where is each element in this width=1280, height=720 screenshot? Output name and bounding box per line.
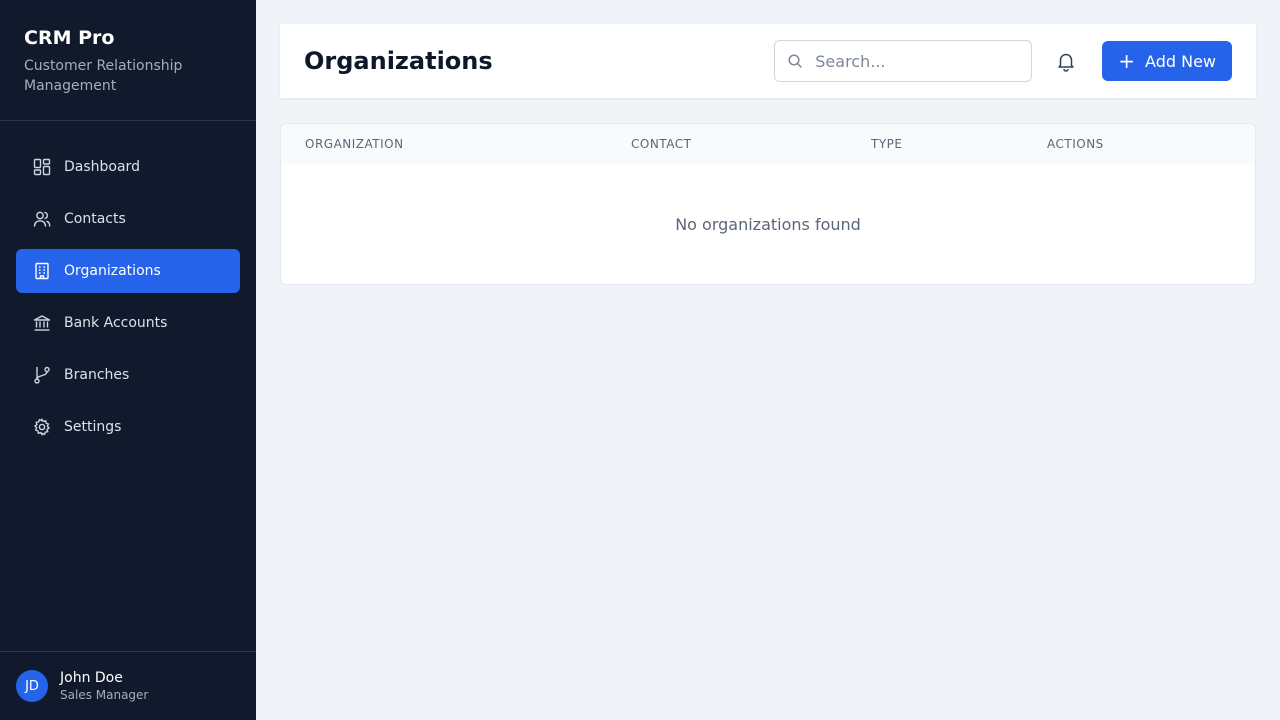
avatar: JD: [16, 670, 48, 702]
notifications-button[interactable]: [1054, 49, 1078, 73]
column-header-type[interactable]: TYPE: [871, 137, 902, 151]
search-icon: [788, 54, 803, 68]
bank-icon: [32, 313, 52, 333]
sidebar-item-label: Dashboard: [64, 159, 140, 175]
user-role: Sales Manager: [60, 688, 149, 702]
app-subtitle: Customer Relationship Management: [24, 58, 183, 94]
column-header-contact[interactable]: CONTACT: [631, 137, 691, 151]
page-header: Organizations + Add New: [280, 24, 1256, 98]
gear-icon: [32, 417, 52, 437]
sidebar-item-branches[interactable]: Branches: [16, 353, 240, 397]
sidebar-item-organizations[interactable]: Organizations: [16, 249, 240, 293]
app-title: CRM Pro: [24, 27, 115, 49]
sidebar-item-label: Settings: [64, 419, 122, 435]
user-profile[interactable]: JD John Doe Sales Manager: [0, 651, 256, 720]
sidebar-nav: Dashboard Contacts Organizations Bank Ac…: [0, 121, 256, 449]
empty-state-message: No organizations found: [675, 214, 861, 234]
sidebar-item-label: Contacts: [64, 211, 126, 227]
table-header: ORGANIZATION CONTACT TYPE ACTIONS: [281, 124, 1255, 164]
sidebar-item-dashboard[interactable]: Dashboard: [16, 145, 240, 189]
users-icon: [32, 209, 52, 229]
page-title: Organizations: [304, 47, 493, 75]
organizations-table: ORGANIZATION CONTACT TYPE ACTIONS No org…: [280, 123, 1256, 285]
add-new-button[interactable]: + Add New: [1102, 41, 1232, 81]
sidebar-item-label: Branches: [64, 367, 130, 383]
dashboard-icon: [32, 157, 52, 177]
sidebar-item-settings[interactable]: Settings: [16, 405, 240, 449]
sidebar: CRM Pro Customer Relationship Management…: [0, 0, 256, 720]
column-header-actions: ACTIONS: [1047, 137, 1104, 151]
brand: CRM Pro Customer Relationship Management: [0, 0, 256, 121]
search-input[interactable]: [815, 51, 1016, 71]
building-icon: [32, 261, 52, 281]
git-branch-icon: [32, 365, 52, 385]
sidebar-item-label: Organizations: [64, 263, 161, 279]
sidebar-item-bank-accounts[interactable]: Bank Accounts: [16, 301, 240, 345]
plus-icon: +: [1118, 49, 1136, 73]
bell-icon: [1058, 53, 1075, 72]
column-header-organization[interactable]: ORGANIZATION: [305, 137, 404, 151]
search-box[interactable]: [774, 40, 1033, 82]
sidebar-item-label: Bank Accounts: [64, 315, 168, 331]
add-new-label: Add New: [1145, 51, 1216, 71]
header-actions: + Add New: [774, 40, 1232, 82]
user-name: John Doe: [60, 670, 123, 686]
sidebar-item-contacts[interactable]: Contacts: [16, 197, 240, 241]
